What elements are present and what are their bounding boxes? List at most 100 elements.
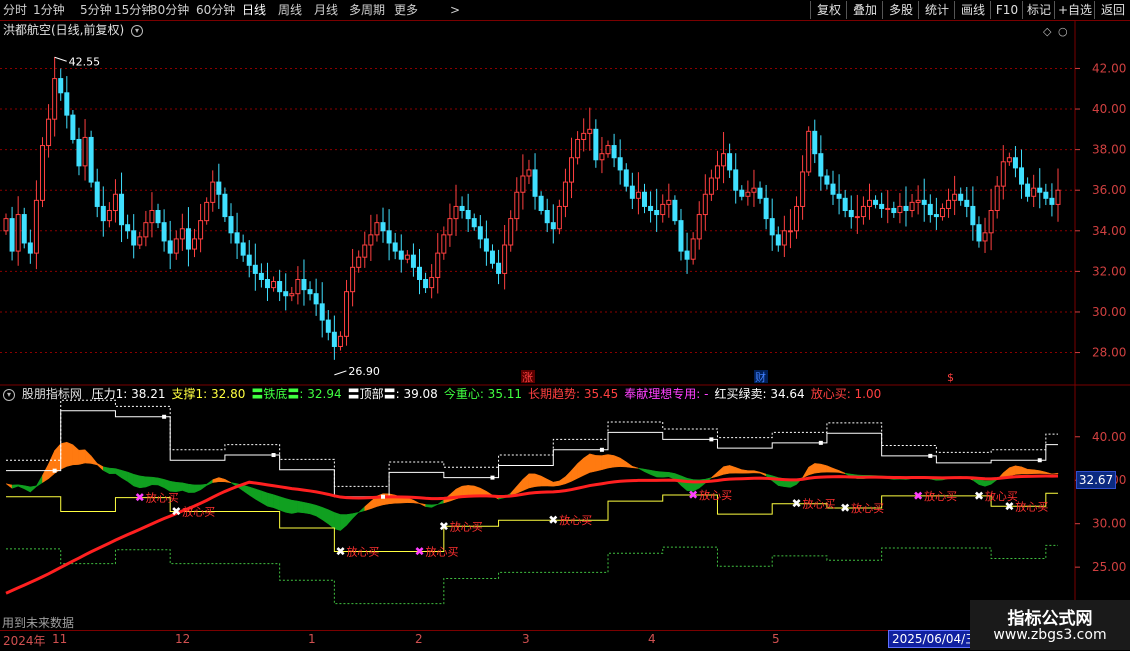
toolbar-button-7[interactable]: +自选 (1054, 1, 1095, 19)
candle-body (532, 169, 538, 197)
period-tab-6[interactable]: 日线 (242, 1, 266, 19)
toolbar-button-1[interactable]: 叠加 (846, 1, 883, 19)
candle-body (112, 193, 118, 212)
buy-signal-label: 放心买 (450, 519, 483, 533)
trend-cloud (5, 483, 13, 489)
chevron-down-icon[interactable]: ▾ (3, 388, 15, 401)
indicator-value-6: 奉献理想专用: - (624, 387, 709, 401)
candle-body (161, 222, 167, 242)
indicator-value-3: 〓顶部〓: 39.08 (347, 387, 438, 401)
date-label-5: 3 (522, 632, 530, 646)
candlestick-chart: ✖ 放心买✖ 放心买✖ 放心买 ✖ 放心买✖ 放心买 ✖ 放心买✖ 放心买✖ 放心买 ✖ 放心买✖ 放心买… (0, 21, 1130, 630)
candle-body (52, 78, 58, 120)
candle-body (781, 230, 787, 246)
period-tab-7[interactable]: 周线 (278, 1, 302, 19)
candle-body (575, 138, 581, 159)
candle-body (82, 136, 88, 167)
trend-cloud (364, 500, 372, 512)
trend-cloud (735, 467, 743, 474)
period-tab-4[interactable]: 30分钟 (150, 1, 189, 19)
toolbar-button-8[interactable]: 返回 (1094, 1, 1130, 19)
trend-cloud (431, 503, 438, 508)
trend-cloud (759, 471, 767, 477)
period-tab-5[interactable]: 60分钟 (196, 1, 235, 19)
period-tab-9[interactable]: 多周期 (349, 1, 385, 19)
toolbar-button-3[interactable]: 统计 (918, 1, 955, 19)
chevron-down-icon[interactable]: ▾ (131, 24, 144, 37)
trend-cloud (632, 465, 639, 469)
candle-body (143, 222, 149, 238)
toolbar-button-6[interactable]: 标记 (1022, 1, 1055, 19)
trend-cloud (30, 485, 37, 493)
candle-body (350, 266, 356, 293)
low-label: 26.90 (348, 365, 380, 378)
indicator-value-4: 今重心: 35.11 (443, 387, 523, 401)
candle-body (526, 169, 532, 177)
candle-body (435, 252, 441, 278)
candle-body (264, 279, 270, 289)
event-marker: $ (947, 371, 954, 384)
candle-body (39, 145, 45, 201)
candle-body (125, 224, 131, 232)
candle-body (733, 169, 739, 191)
candle-body (70, 114, 76, 140)
trend-cloud (601, 454, 609, 471)
trend-cloud (747, 470, 755, 474)
candle-body (739, 189, 745, 197)
candle-body (441, 234, 447, 254)
candle-body (994, 185, 1000, 212)
candle-body (198, 220, 204, 240)
candle-body (179, 228, 185, 240)
period-tab-3[interactable]: 15分钟 (114, 1, 153, 19)
trend-cloud (838, 470, 846, 475)
iron-bottom-line (6, 544, 1058, 605)
candle-body (970, 205, 976, 226)
period-tab-10[interactable]: 更多 (394, 1, 418, 19)
candle-body (605, 145, 611, 155)
candle-body (800, 171, 806, 207)
period-tab-8[interactable]: 月线 (314, 1, 338, 19)
toolbar-button-4[interactable]: 画线 (954, 1, 991, 19)
candle-body (325, 319, 331, 333)
candle-body (192, 238, 198, 250)
toolbar-button-0[interactable]: 复权 (810, 1, 847, 19)
pressure-marker (490, 475, 495, 480)
trend-cloud (309, 503, 317, 517)
candle-body (471, 218, 477, 228)
candle-body (654, 210, 660, 216)
candle-body (46, 118, 52, 147)
trend-cloud (808, 462, 816, 476)
high-pointer (54, 56, 67, 62)
trend-cloud (1021, 466, 1028, 475)
candle-body (550, 222, 556, 230)
toolbar-button-2[interactable]: 多股 (882, 1, 919, 19)
main-panel-title-bar: 洪都航空(日线,前复权) ▾ (3, 22, 144, 38)
trend-cloud (248, 486, 256, 500)
candle-body (848, 210, 854, 218)
buy-signal-label: 放心买 (346, 545, 379, 559)
y-tick-label: 40.00 (1092, 102, 1126, 116)
candle-body (860, 205, 866, 218)
settings-circle-icon: ○ (1058, 25, 1068, 38)
candle-body (1006, 157, 1012, 163)
trend-cloud (321, 506, 329, 525)
candle-body (909, 201, 915, 212)
buy-signal-label: 放心买 (699, 488, 732, 502)
candle-body (258, 272, 264, 281)
trend-cloud (480, 487, 487, 496)
period-tab-2[interactable]: 5分钟 (80, 1, 112, 19)
candle-body (64, 92, 70, 116)
indicator-value-7: 红买绿卖: 34.64 (714, 387, 805, 401)
candle-body (313, 293, 319, 305)
period-tab-1[interactable]: 1分钟 (33, 1, 65, 19)
period-tab-0[interactable]: 分时 (3, 1, 27, 19)
trend-cloud (60, 441, 68, 470)
trend-cloud (1039, 470, 1047, 474)
toolbar-button-5[interactable]: F10 (990, 1, 1023, 19)
candle-body (1019, 167, 1025, 185)
trend-cloud (1033, 469, 1041, 474)
trend-cloud (48, 450, 55, 480)
chevron-right-icon[interactable]: > (450, 1, 460, 19)
candle-body (137, 236, 143, 246)
trend-cloud (595, 455, 603, 472)
